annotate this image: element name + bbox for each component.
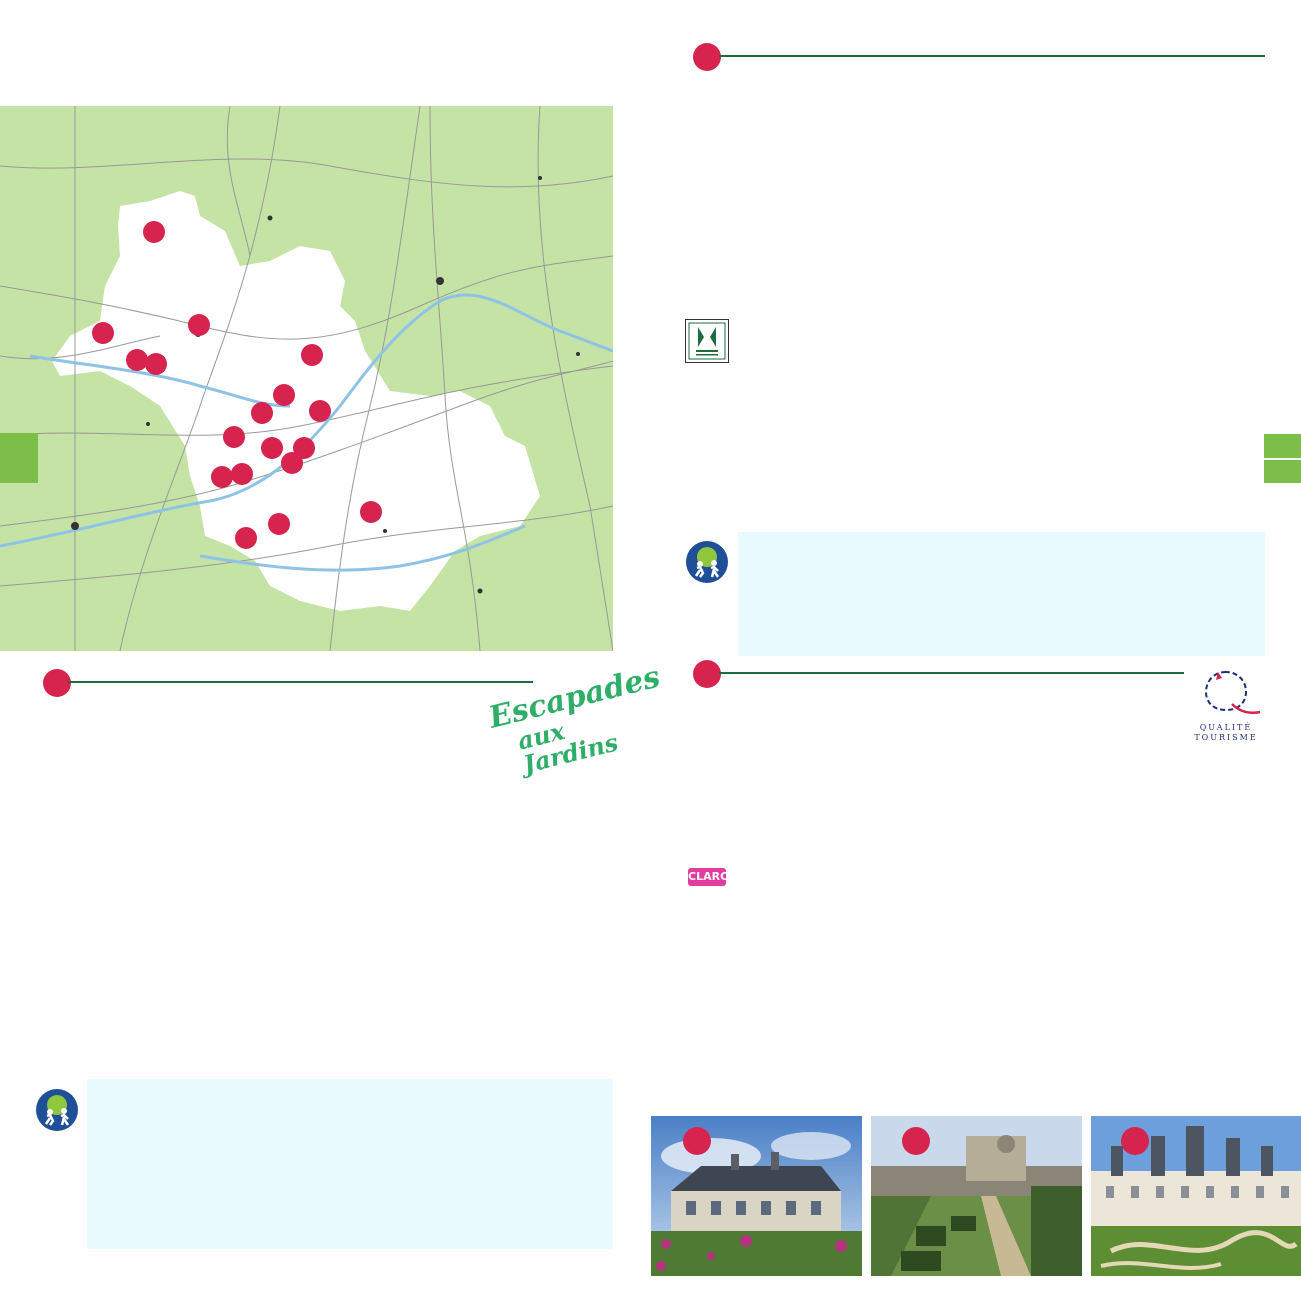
section-rule [719, 672, 1184, 674]
qualite-tourisme-logo: QUALITÉ TOURISME [1188, 668, 1264, 742]
map-marker[interactable] [188, 314, 210, 336]
tourisme-text: TOURISME [1194, 733, 1258, 742]
photo-marker-icon [683, 1127, 711, 1155]
photo-garden-2[interactable] [871, 1116, 1082, 1276]
photo-marker-icon [1121, 1127, 1149, 1155]
region-map [0, 106, 613, 651]
map-marker[interactable] [360, 501, 382, 523]
family-tree-icon [686, 541, 728, 583]
family-tree-icon [36, 1089, 78, 1131]
map-marker[interactable] [145, 353, 167, 375]
map-marker[interactable] [309, 400, 331, 422]
section-marker-icon [693, 660, 721, 688]
side-tab-left[interactable] [0, 433, 38, 483]
map-marker[interactable] [268, 513, 290, 535]
map-marker[interactable] [273, 384, 295, 406]
info-box-left [87, 1079, 613, 1249]
section-marker-icon [43, 669, 71, 697]
map-marker[interactable] [92, 322, 114, 344]
photo-marker-icon [902, 1127, 930, 1155]
section-rule [68, 681, 533, 683]
map-marker[interactable] [223, 426, 245, 448]
qualite-text: QUALITÉ [1199, 723, 1253, 732]
section-marker-icon [693, 43, 721, 71]
clarc-logo: CLARC [688, 868, 728, 886]
map-marker[interactable] [251, 402, 273, 424]
map-marker[interactable] [235, 527, 257, 549]
info-box-right [738, 532, 1265, 656]
map-marker[interactable] [301, 344, 323, 366]
photo-chambord-3[interactable] [1091, 1116, 1301, 1276]
side-tab-right-top[interactable] [1264, 434, 1301, 458]
side-tab-right-bottom[interactable] [1264, 460, 1301, 483]
jardin-remarquable-icon [685, 319, 729, 363]
section-rule [719, 55, 1265, 57]
map-marker[interactable] [143, 221, 165, 243]
qualite-star-icon [1204, 671, 1261, 714]
map-marker[interactable] [126, 349, 148, 371]
map-marker[interactable] [281, 452, 303, 474]
map-marker[interactable] [211, 466, 233, 488]
photo-chateau-1[interactable] [651, 1116, 862, 1276]
map-marker[interactable] [231, 463, 253, 485]
map-marker[interactable] [261, 437, 283, 459]
